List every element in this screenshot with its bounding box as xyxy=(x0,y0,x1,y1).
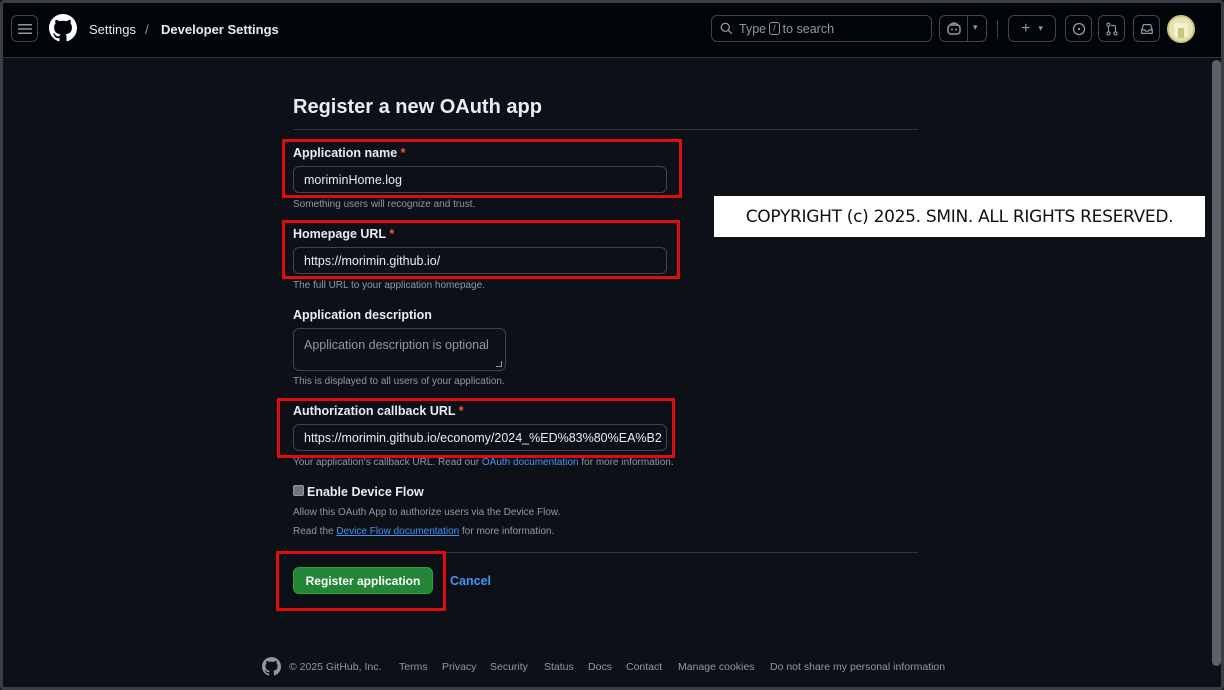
issue-opened-icon xyxy=(1072,22,1085,35)
app-description-note: This is displayed to all users of your a… xyxy=(293,376,505,387)
scrollbar[interactable] xyxy=(1212,60,1221,666)
app-description-label: Application description xyxy=(293,308,432,322)
search-placeholder-pre: Type xyxy=(739,21,767,36)
create-new-button[interactable]: + ▾ xyxy=(1008,15,1056,42)
footer-link-contact[interactable]: Contact xyxy=(626,661,662,673)
menu-button[interactable] xyxy=(11,15,38,42)
footer-link-status[interactable]: Status xyxy=(544,661,574,673)
github-logo-icon[interactable] xyxy=(49,14,77,42)
title-divider xyxy=(293,129,918,130)
callback-url-note: Your application's callback URL. Read ou… xyxy=(293,457,674,468)
search-placeholder-post: to search xyxy=(782,21,835,36)
hamburger-icon xyxy=(17,23,32,34)
copilot-button[interactable]: ▾ xyxy=(939,15,987,42)
pull-requests-button[interactable] xyxy=(1098,15,1125,42)
highlight-register-button xyxy=(276,551,446,611)
page-title: Register a new OAuth app xyxy=(293,96,542,118)
highlight-app-name xyxy=(282,139,682,198)
copilot-divider xyxy=(967,16,968,41)
highlight-homepage-url xyxy=(282,220,680,279)
app-name-note: Something users will recognize and trust… xyxy=(293,199,476,210)
device-flow-doc-note: Read the Device Flow documentation for m… xyxy=(293,526,555,537)
breadcrumb-developer-settings[interactable]: Developer Settings xyxy=(161,22,279,37)
notifications-button[interactable] xyxy=(1133,15,1160,42)
footer-copyright: © 2025 GitHub, Inc. xyxy=(289,661,382,673)
window-frame xyxy=(0,0,1224,690)
copyright-overlay: COPYRIGHT (c) 2025. SMIN. ALL RIGHTS RES… xyxy=(714,196,1205,237)
breadcrumb-settings[interactable]: Settings xyxy=(89,22,136,37)
cancel-link[interactable]: Cancel xyxy=(450,574,491,588)
homepage-url-note: The full URL to your application homepag… xyxy=(293,280,485,291)
github-footer-logo-icon[interactable] xyxy=(262,657,281,676)
highlight-callback-url xyxy=(277,398,675,458)
footer-link-terms[interactable]: Terms xyxy=(399,661,428,673)
avatar[interactable] xyxy=(1167,15,1195,43)
footer-link-security[interactable]: Security xyxy=(490,661,528,673)
breadcrumb-separator: / xyxy=(145,22,149,37)
footer-link-privacy[interactable]: Privacy xyxy=(442,661,476,673)
footer-link-manage-cookies[interactable]: Manage cookies xyxy=(678,661,754,673)
plus-icon: + xyxy=(1021,19,1031,37)
resize-handle-icon[interactable] xyxy=(496,361,502,367)
device-flow-documentation-link[interactable]: Device Flow documentation xyxy=(336,526,459,537)
app-description-placeholder: Application description is optional xyxy=(304,338,489,352)
enable-device-flow-checkbox[interactable] xyxy=(293,485,304,496)
oauth-documentation-link[interactable]: OAuth documentation xyxy=(482,457,579,468)
git-pull-request-icon xyxy=(1105,21,1118,36)
chevron-down-icon: ▾ xyxy=(1038,23,1043,33)
footer-link-do-not-share[interactable]: Do not share my personal information xyxy=(770,661,945,673)
header-divider xyxy=(997,20,998,38)
app-description-textarea[interactable]: Application description is optional xyxy=(293,328,506,371)
search-shortcut-key: / xyxy=(769,22,780,35)
copilot-icon xyxy=(947,21,961,35)
footer-link-docs[interactable]: Docs xyxy=(588,661,612,673)
issues-button[interactable] xyxy=(1065,15,1092,42)
inbox-icon xyxy=(1140,23,1153,34)
chevron-down-icon[interactable]: ▾ xyxy=(973,22,978,33)
search-input[interactable]: Type / to search xyxy=(711,15,932,42)
search-icon xyxy=(720,22,733,35)
device-flow-note: Allow this OAuth App to authorize users … xyxy=(293,507,561,518)
enable-device-flow-label[interactable]: Enable Device Flow xyxy=(307,485,424,499)
